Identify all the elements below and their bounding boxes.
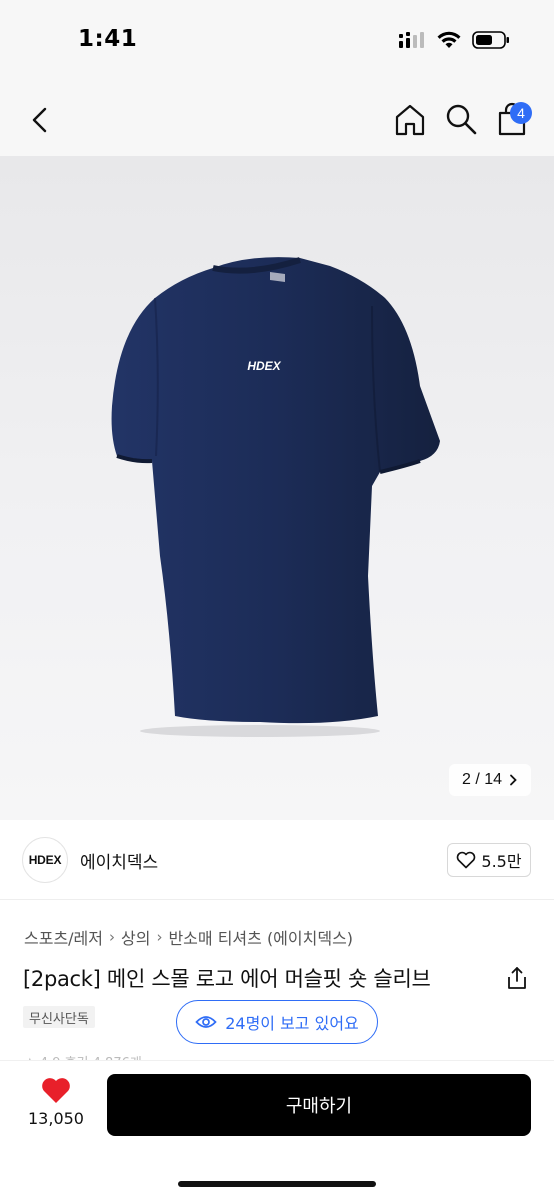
exclusive-tag: 무신사단독 [23,1006,95,1028]
brand-name[interactable]: 에이치덱스 [80,848,158,873]
share-icon[interactable] [506,966,528,990]
viewers-text: 24명이 보고 있어요 [225,1014,359,1033]
image-counter[interactable]: 2 / 14 [449,764,531,796]
brand-like-button[interactable]: 5.5만 [447,843,531,877]
heart-filled-icon[interactable] [40,1075,72,1105]
chevron-right-icon [510,774,517,786]
status-time: 1:41 [78,26,138,52]
wifi-icon [437,31,461,48]
chevron-right-icon: › [109,928,115,946]
eye-icon [195,1016,217,1028]
product-title: [2pack] 메인 스몰 로고 에어 머슬핏 숏 슬리브 [23,967,431,991]
bottom-bar: 13,050 구매하기 [0,1060,554,1200]
status-bar: 1:41 [0,0,554,84]
product-image[interactable]: HDEX [0,156,554,820]
cart-count-badge: 4 [510,102,532,124]
breadcrumb-item[interactable]: 반소매 티셔츠 (에이치덱스) [168,925,353,949]
breadcrumb: 스포츠/레저 › 상의 › 반소매 티셔츠 (에이치덱스) [24,925,353,949]
battery-icon [472,31,509,49]
breadcrumb-item[interactable]: 상의 [121,925,150,949]
nav-bar [0,84,554,156]
breadcrumb-item[interactable]: 스포츠/레저 [24,925,103,949]
search-icon[interactable] [444,102,478,136]
cellular-signal-icon [399,32,424,48]
home-icon[interactable] [392,102,428,138]
home-indicator [178,1181,376,1187]
brand-logo[interactable]: HDEX [22,837,68,883]
brand-row: HDEX 에이치덱스 5.5만 [0,820,554,900]
back-arrow-icon[interactable] [24,104,56,136]
viewers-badge: 24명이 보고 있어요 [176,1000,378,1044]
status-icons [398,30,510,50]
product-like-count: 13,050 [28,1109,84,1128]
shirt-logo-text: HDEX [247,359,281,373]
heart-outline-icon [457,851,476,869]
buy-button[interactable]: 구매하기 [107,1074,531,1136]
image-counter-text: 2 / 14 [461,771,503,788]
navy-tshirt-image: HDEX [111,257,441,737]
chevron-right-icon: › [156,928,163,946]
brand-like-count: 5.5만 [481,852,522,871]
